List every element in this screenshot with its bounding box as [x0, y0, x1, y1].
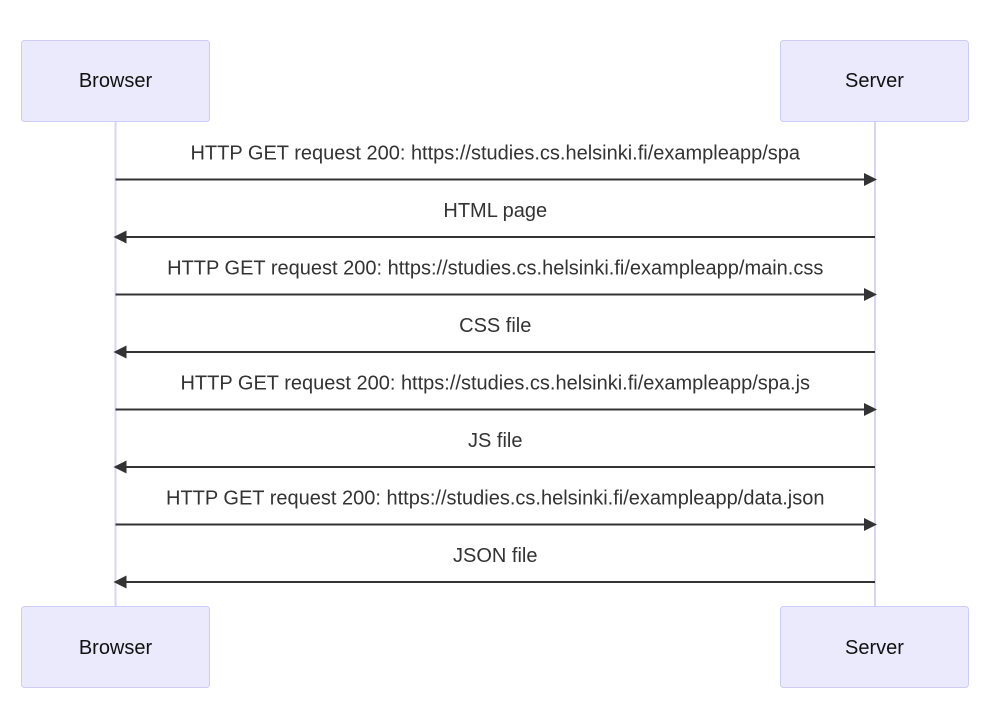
message-5: HTTP GET request 200: https://studies.cs… — [115, 373, 877, 416]
message-6: JS file — [113, 430, 875, 474]
actor-server-top: Server — [780, 40, 969, 122]
actor-label-browser: Browser — [79, 70, 153, 92]
actor-browser-top: Browser — [21, 40, 210, 122]
message-label: HTTP GET request 200: https://studies.cs… — [180, 373, 810, 395]
message-8: JSON file — [113, 545, 875, 589]
message-label: HTTP GET request 200: https://studies.cs… — [166, 488, 825, 510]
message-label: JSON file — [453, 545, 537, 567]
sequence-diagram: Browser Server HTTP GET request 200: htt… — [21, 40, 969, 688]
message-label: HTML page — [443, 200, 547, 222]
actor-server-bottom: Server — [780, 606, 969, 688]
message-4: CSS file — [113, 315, 875, 359]
actor-label-server: Server — [845, 70, 904, 92]
message-3: HTTP GET request 200: https://studies.cs… — [115, 258, 877, 301]
message-7: HTTP GET request 200: https://studies.cs… — [115, 488, 877, 531]
message-2: HTML page — [113, 200, 875, 244]
message-1: HTTP GET request 200: https://studies.cs… — [115, 143, 877, 186]
actor-label-browser: Browser — [79, 637, 153, 659]
actor-label-server: Server — [845, 637, 904, 659]
message-label: CSS file — [459, 315, 531, 337]
message-label: HTTP GET request 200: https://studies.cs… — [190, 143, 800, 165]
message-label: JS file — [468, 430, 522, 452]
actor-browser-bottom: Browser — [21, 606, 210, 688]
message-label: HTTP GET request 200: https://studies.cs… — [167, 258, 823, 280]
